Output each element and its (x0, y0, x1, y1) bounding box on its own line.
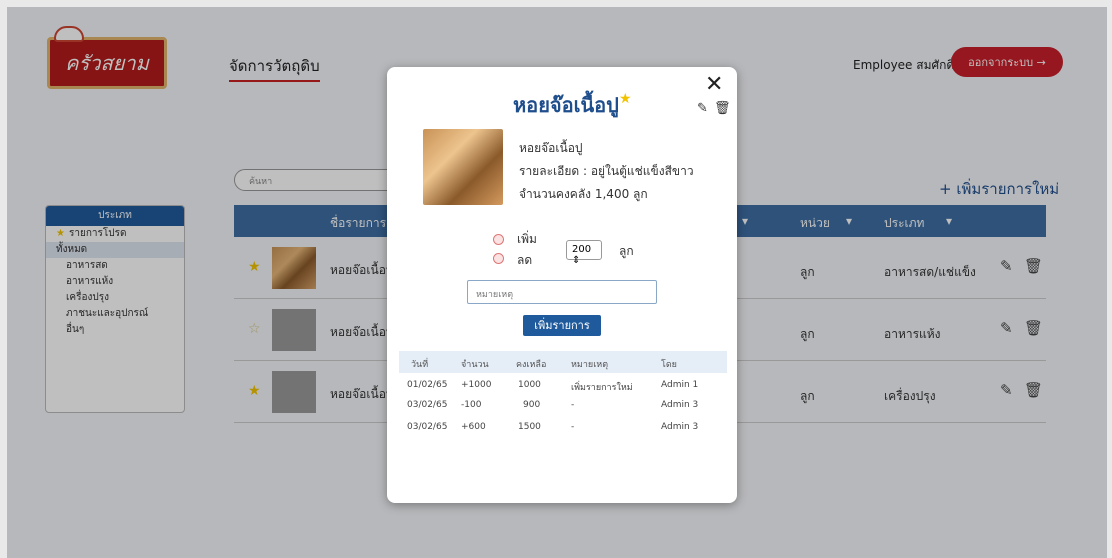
history-date: 01/02/65 (407, 380, 448, 390)
unit-label: ลูก (619, 244, 634, 258)
history-note: - (571, 422, 575, 432)
stepper-icon[interactable]: ⇕ (572, 255, 580, 266)
history-col-by: โดย (661, 360, 677, 370)
history-remaining: 900 (523, 400, 541, 410)
modal-title: หอยจ๊อเนื้อปู (513, 93, 619, 117)
trash-icon[interactable]: 🗑 (714, 101, 731, 116)
increase-radio[interactable] (493, 234, 504, 245)
item-detail: รายละเอียด : อยู่ในตู้แช่แข็งสีขาว (519, 164, 694, 178)
decrease-radio[interactable] (493, 253, 504, 264)
item-info: หอยจ๊อเนื้อปู รายละเอียด : อยู่ในตู้แช่แ… (519, 137, 694, 206)
item-detail-modal: หอยจ๊อเนื้อปู ★ ✕ ✎ 🗑 หอยจ๊อเนื้อปู รายล… (387, 67, 737, 503)
add-record-button[interactable]: เพิ่มรายการ (523, 315, 601, 336)
history-row: 01/02/65 +1000 1000 เพิ่มรายการใหม่ Admi… (399, 380, 727, 398)
history-date: 03/02/65 (407, 422, 448, 432)
history-amount: +1000 (461, 380, 492, 390)
close-icon[interactable]: ✕ (705, 72, 723, 97)
history-col-amount: จำนวน (461, 360, 489, 370)
decrease-label: ลด (517, 253, 533, 267)
quantity-value: 200 (572, 244, 592, 255)
page: ครัวสยาม จัดการวัตถุดิบ Employee สมศักดิ… (7, 7, 1107, 558)
history-date: 03/02/65 (407, 400, 448, 410)
history-by: Admin 1 (661, 380, 699, 390)
history-note: - (571, 400, 575, 410)
edit-icon[interactable]: ✎ (697, 101, 708, 116)
history-by: Admin 3 (661, 400, 699, 410)
history-by: Admin 3 (661, 422, 699, 432)
history-col-remaining: คงเหลือ (516, 360, 547, 370)
history-row: 03/02/65 +600 1500 - Admin 3 (399, 422, 727, 440)
history-note: เพิ่มรายการใหม่ (571, 383, 633, 393)
history-amount: -100 (461, 400, 482, 410)
history-row: 03/02/65 -100 900 - Admin 3 (399, 400, 727, 418)
note-input[interactable]: หมายเหตุ (467, 280, 657, 304)
item-photo (423, 129, 503, 205)
item-stock: จำนวนคงคลัง 1,400 ลูก (519, 187, 648, 201)
history-col-note: หมายเหตุ (571, 360, 609, 370)
history-col-date: วันที่ (411, 360, 429, 370)
history-remaining: 1500 (518, 422, 541, 432)
history-remaining: 1000 (518, 380, 541, 390)
history-header: วันที่ จำนวน คงเหลือ หมายเหตุ โดย (399, 351, 727, 373)
item-name: หอยจ๊อเนื้อปู (519, 141, 583, 155)
increase-label: เพิ่ม (517, 232, 537, 246)
star-icon[interactable]: ★ (619, 91, 632, 107)
quantity-stepper[interactable]: 200 ⇕ (566, 240, 602, 266)
history-amount: +600 (461, 422, 486, 432)
